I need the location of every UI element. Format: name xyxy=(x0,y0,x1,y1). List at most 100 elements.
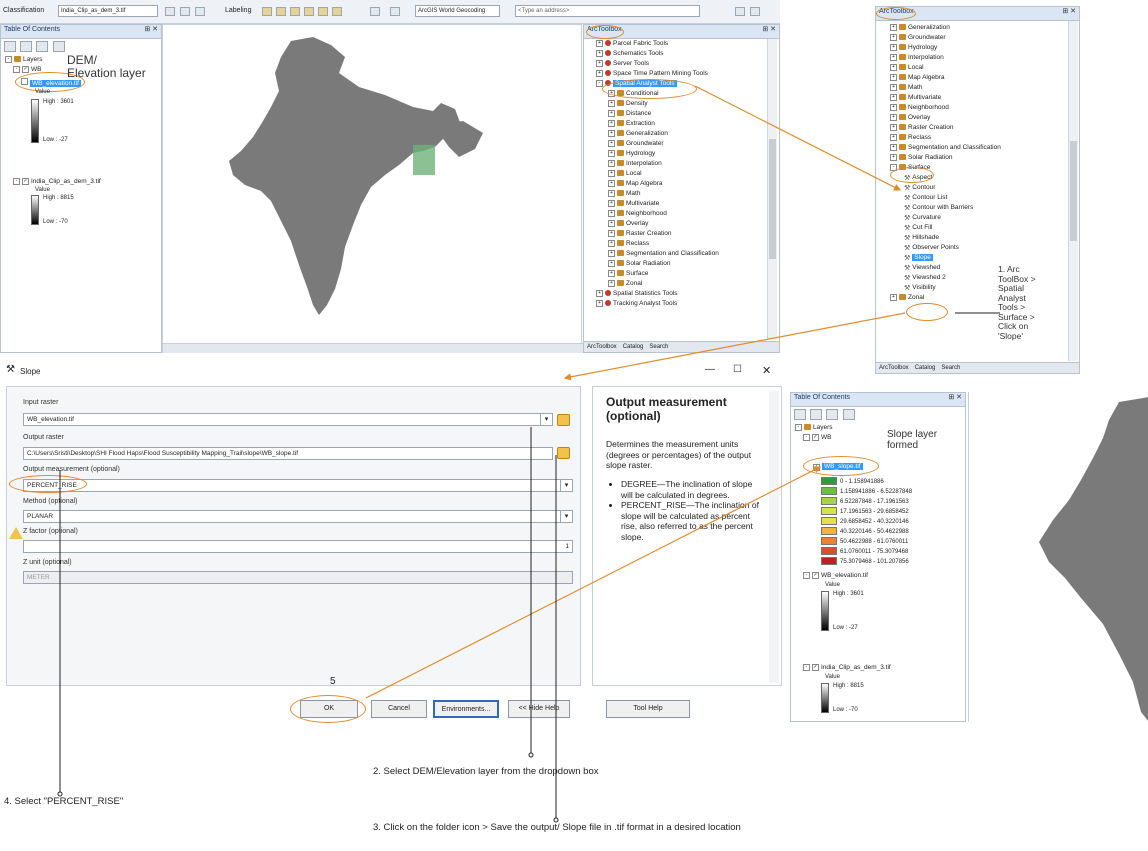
toolbox-item[interactable]: + Space Time Pattern Mining Tools xyxy=(596,69,719,79)
toolbar-button[interactable] xyxy=(370,7,380,16)
layers-node[interactable]: - Layers xyxy=(5,55,43,65)
output-raster-field[interactable]: C:\Users\Sristi\Desktop\SHI Flood Haps\F… xyxy=(23,447,553,460)
scrollbar[interactable] xyxy=(767,39,777,339)
help-scrollbar[interactable] xyxy=(769,391,779,683)
list-by-source-icon[interactable] xyxy=(810,409,823,420)
india-clip-layer[interactable]: - ✓ India_Clip_as_dem_3.tif xyxy=(13,177,101,187)
toolset-item[interactable]: + Interpolation xyxy=(608,159,719,169)
toolbar-button[interactable] xyxy=(195,7,205,16)
tab-arctoolbox[interactable]: ArcToolbox xyxy=(879,365,909,371)
tool-item[interactable]: ⚒ Hillshade xyxy=(904,233,1001,243)
close-button[interactable]: ✕ xyxy=(762,364,771,377)
map-view[interactable] xyxy=(162,24,583,353)
pin-icon[interactable]: ⊞ ✕ xyxy=(1062,7,1076,15)
list-by-visibility-icon[interactable] xyxy=(36,41,49,52)
tab-search[interactable]: Search xyxy=(941,365,960,371)
tab-catalog[interactable]: Catalog xyxy=(623,344,644,350)
label-tool-button[interactable] xyxy=(318,7,328,16)
list-by-selection-icon[interactable] xyxy=(842,409,855,420)
toolset-item[interactable]: + Zonal xyxy=(890,293,1001,303)
toolbox-item[interactable]: + Tracking Analyst Tools xyxy=(596,299,719,309)
toolset-item[interactable]: + Extraction xyxy=(608,119,719,129)
tool-item[interactable]: ⚒ Contour xyxy=(904,183,1001,193)
toolset-item[interactable]: + Segmentation and Classification xyxy=(890,143,1001,153)
geocoding-select[interactable]: ArcGIS World Geocoding xyxy=(415,5,500,17)
chevron-down-icon[interactable]: ▾ xyxy=(540,414,552,425)
tool-item[interactable]: ⚒ Contour List xyxy=(904,193,1001,203)
pin-icon[interactable]: ⊞ ✕ xyxy=(948,393,962,401)
list-by-drawing-order-icon[interactable] xyxy=(4,41,16,52)
tool-item[interactable]: ⚒ Observer Points xyxy=(904,243,1001,253)
toolset-item[interactable]: + Solar Radiation xyxy=(608,259,719,269)
toolbar-button[interactable] xyxy=(165,7,175,16)
toolset-item[interactable]: + Generalization xyxy=(608,129,719,139)
toolset-item[interactable]: + Zonal xyxy=(608,279,719,289)
toolset-item[interactable]: + Segmentation and Classification xyxy=(608,249,719,259)
method-select[interactable]: PLANAR ▾ xyxy=(23,510,573,523)
measurement-select[interactable]: PERCENT_RISE ▾ xyxy=(23,479,573,492)
label-tool-button[interactable] xyxy=(304,7,314,16)
tool-item[interactable]: ⚒ Visibility xyxy=(904,283,1001,293)
toolset-item[interactable]: + Distance xyxy=(608,109,719,119)
tool-item[interactable]: ⚒ Cut Fill xyxy=(904,223,1001,233)
tool-item[interactable]: ⚒ Viewshed xyxy=(904,263,1001,273)
toolset-item[interactable]: + Reclass xyxy=(608,239,719,249)
chevron-down-icon[interactable]: ▾ xyxy=(560,511,572,522)
tab-catalog[interactable]: Catalog xyxy=(915,365,936,371)
toolset-item[interactable]: + Math xyxy=(890,83,1001,93)
tool-item[interactable]: ⚒ Contour with Barriers xyxy=(904,203,1001,213)
toolbox-item[interactable]: + Spatial Statistics Tools xyxy=(596,289,719,299)
list-by-visibility-icon[interactable] xyxy=(826,409,839,420)
layers-node[interactable]: - Layers xyxy=(795,423,833,433)
toolset-item[interactable]: + Math xyxy=(608,189,719,199)
toolset-item[interactable]: + Generalization xyxy=(890,23,1001,33)
pin-icon[interactable]: ⊞ ✕ xyxy=(144,25,158,33)
label-tool-button[interactable] xyxy=(276,7,286,16)
pin-icon[interactable]: ⊞ ✕ xyxy=(762,25,776,33)
scrollbar[interactable] xyxy=(1068,21,1078,361)
label-tool-button[interactable] xyxy=(290,7,300,16)
chevron-down-icon[interactable]: ▾ xyxy=(560,480,572,491)
toolset-item[interactable]: + Raster Creation xyxy=(608,229,719,239)
folder-icon[interactable] xyxy=(557,414,570,426)
india-clip-layer[interactable]: - ✓ India_Clip_as_dem_3.tif xyxy=(803,663,891,673)
list-by-drawing-order-icon[interactable] xyxy=(794,409,806,420)
zfactor-field[interactable]: 1 xyxy=(23,540,573,553)
wb-elevation-layer[interactable]: - ✓ WB_elevation.tif xyxy=(803,571,868,581)
toolset-item[interactable]: + Multivariate xyxy=(890,93,1001,103)
toolset-item[interactable]: + Neighborhood xyxy=(608,209,719,219)
toolset-item[interactable]: + Overlay xyxy=(608,219,719,229)
input-raster-select[interactable]: WB_elevation.tif ▾ xyxy=(23,413,553,426)
toolset-item[interactable]: + Multivariate xyxy=(608,199,719,209)
tool-help-button[interactable]: Tool Help xyxy=(606,700,690,718)
toolset-item[interactable]: + Reclass xyxy=(890,133,1001,143)
toolset-item[interactable]: + Hydrology xyxy=(608,149,719,159)
list-by-selection-icon[interactable] xyxy=(52,41,65,52)
environments-button[interactable]: Environments... xyxy=(433,700,499,718)
toolset-item[interactable]: + Hydrology xyxy=(890,43,1001,53)
toolbox-item[interactable]: + Parcel Fabric Tools xyxy=(596,39,719,49)
list-by-source-icon[interactable] xyxy=(20,41,33,52)
toolset-item[interactable]: + Map Algebra xyxy=(890,73,1001,83)
toolbar-button[interactable] xyxy=(750,7,760,16)
toolset-item[interactable]: + Overlay xyxy=(890,113,1001,123)
hide-help-button[interactable]: << Hide Help xyxy=(508,700,570,718)
toolset-item[interactable]: + Solar Radiation xyxy=(890,153,1001,163)
toolset-item[interactable]: + Map Algebra xyxy=(608,179,719,189)
cancel-button[interactable]: Cancel xyxy=(371,700,427,718)
toolset-item[interactable]: + Interpolation xyxy=(890,53,1001,63)
toolbox-item[interactable]: + Schematics Tools xyxy=(596,49,719,59)
minimize-button[interactable]: — xyxy=(705,364,715,375)
toolbar-button[interactable] xyxy=(180,7,190,16)
tool-item[interactable]: ⚒ Curvature xyxy=(904,213,1001,223)
toolbox-item[interactable]: + Server Tools xyxy=(596,59,719,69)
wb-layer[interactable]: - ✓ WB xyxy=(803,433,831,443)
toolset-item[interactable]: + Local xyxy=(608,169,719,179)
toolset-item[interactable]: + Neighborhood xyxy=(890,103,1001,113)
toolset-item[interactable]: + Surface xyxy=(608,269,719,279)
toolset-item[interactable]: + Density xyxy=(608,99,719,109)
label-tool-button[interactable] xyxy=(332,7,342,16)
folder-icon[interactable] xyxy=(557,447,570,459)
tab-search[interactable]: Search xyxy=(649,344,668,350)
label-tool-button[interactable] xyxy=(262,7,272,16)
